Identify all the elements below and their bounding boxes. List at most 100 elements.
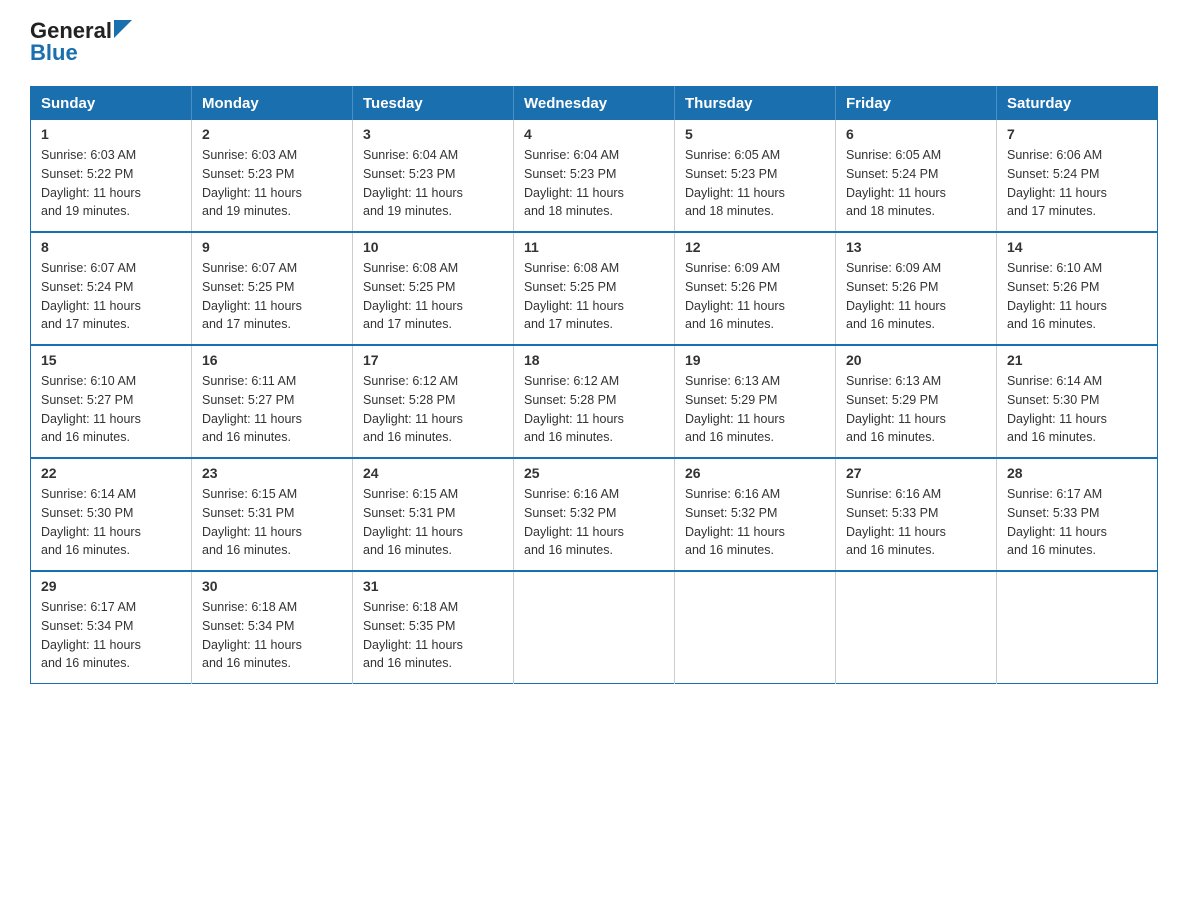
day-number: 2 (202, 126, 342, 142)
day-number: 28 (1007, 465, 1147, 481)
calendar-cell: 19Sunrise: 6:13 AMSunset: 5:29 PMDayligh… (675, 345, 836, 458)
day-number: 6 (846, 126, 986, 142)
day-number: 29 (41, 578, 181, 594)
day-number: 12 (685, 239, 825, 255)
day-info: Sunrise: 6:16 AMSunset: 5:32 PMDaylight:… (685, 485, 825, 560)
day-number: 17 (363, 352, 503, 368)
day-info: Sunrise: 6:09 AMSunset: 5:26 PMDaylight:… (685, 259, 825, 334)
calendar-cell: 2Sunrise: 6:03 AMSunset: 5:23 PMDaylight… (192, 120, 353, 232)
day-number: 13 (846, 239, 986, 255)
calendar-cell: 27Sunrise: 6:16 AMSunset: 5:33 PMDayligh… (836, 458, 997, 571)
day-header-sunday: Sunday (31, 87, 192, 121)
calendar-cell: 9Sunrise: 6:07 AMSunset: 5:25 PMDaylight… (192, 232, 353, 345)
calendar-cell: 14 Sunrise: 6:10 AMSunset: 5:26 PMDayligh… (997, 232, 1158, 345)
day-number: 1 (41, 126, 181, 142)
calendar-cell: 5 Sunrise: 6:05 AMSunset: 5:23 PMDaylight… (675, 120, 836, 232)
day-header-wednesday: Wednesday (514, 87, 675, 121)
day-info: Sunrise: 6:14 AMSunset: 5:30 PMDaylight:… (41, 485, 181, 560)
calendar-cell: 23 Sunrise: 6:15 AMSunset: 5:31 PMDayligh… (192, 458, 353, 571)
logo: General Blue (30, 20, 132, 66)
day-info: Sunrise: 6:08 AMSunset: 5:25 PMDaylight:… (524, 259, 664, 334)
day-number: 4 (524, 126, 664, 142)
day-info: Sunrise: 6:18 AMSunset: 5:35 PMDaylight:… (363, 598, 503, 673)
day-info: Sunrise: 6:14 AMSunset: 5:30 PMDaylight:… (1007, 372, 1147, 447)
calendar-cell: 22 Sunrise: 6:14 AMSunset: 5:30 PMDayligh… (31, 458, 192, 571)
calendar-cell: 13 Sunrise: 6:09 AMSunset: 5:26 PMDayligh… (836, 232, 997, 345)
day-number: 24 (363, 465, 503, 481)
calendar-cell: 15 Sunrise: 6:10 AMSunset: 5:27 PMDayligh… (31, 345, 192, 458)
day-number: 21 (1007, 352, 1147, 368)
day-info: Sunrise: 6:13 AMSunset: 5:29 PMDaylight:… (846, 372, 986, 447)
day-number: 16 (202, 352, 342, 368)
calendar-table: SundayMondayTuesdayWednesdayThursdayFrid… (30, 86, 1158, 684)
day-info: Sunrise: 6:10 AMSunset: 5:27 PMDaylight:… (41, 372, 181, 447)
calendar-cell: 1 Sunrise: 6:03 AMSunset: 5:22 PMDaylight… (31, 120, 192, 232)
day-number: 7 (1007, 126, 1147, 142)
day-info: Sunrise: 6:11 AMSunset: 5:27 PMDaylight:… (202, 372, 342, 447)
day-info: Sunrise: 6:06 AMSunset: 5:24 PMDaylight:… (1007, 146, 1147, 221)
day-number: 14 (1007, 239, 1147, 255)
calendar-cell: 29 Sunrise: 6:17 AMSunset: 5:34 PMDayligh… (31, 571, 192, 684)
calendar-header-row: SundayMondayTuesdayWednesdayThursdayFrid… (31, 87, 1158, 121)
day-header-thursday: Thursday (675, 87, 836, 121)
day-info: Sunrise: 6:04 AMSunset: 5:23 PMDaylight:… (524, 146, 664, 221)
day-info: Sunrise: 6:12 AMSunset: 5:28 PMDaylight:… (363, 372, 503, 447)
calendar-cell: 21 Sunrise: 6:14 AMSunset: 5:30 PMDayligh… (997, 345, 1158, 458)
calendar-cell: 20 Sunrise: 6:13 AMSunset: 5:29 PMDayligh… (836, 345, 997, 458)
calendar-cell: 30 Sunrise: 6:18 AMSunset: 5:34 PMDayligh… (192, 571, 353, 684)
day-info: Sunrise: 6:05 AMSunset: 5:23 PMDaylight:… (685, 146, 825, 221)
day-info: Sunrise: 6:04 AMSunset: 5:23 PMDaylight:… (363, 146, 503, 221)
calendar-cell: 11 Sunrise: 6:08 AMSunset: 5:25 PMDayligh… (514, 232, 675, 345)
logo-arrow-icon (114, 20, 132, 38)
page-header: General Blue (30, 20, 1158, 66)
calendar-cell: 28 Sunrise: 6:17 AMSunset: 5:33 PMDayligh… (997, 458, 1158, 571)
day-number: 8 (41, 239, 181, 255)
day-info: Sunrise: 6:07 AMSunset: 5:24 PMDaylight:… (41, 259, 181, 334)
day-info: Sunrise: 6:17 AMSunset: 5:34 PMDaylight:… (41, 598, 181, 673)
calendar-cell: 8 Sunrise: 6:07 AMSunset: 5:24 PMDaylight… (31, 232, 192, 345)
day-number: 20 (846, 352, 986, 368)
day-info: Sunrise: 6:16 AMSunset: 5:32 PMDaylight:… (524, 485, 664, 560)
day-info: Sunrise: 6:18 AMSunset: 5:34 PMDaylight:… (202, 598, 342, 673)
calendar-week-1: 1 Sunrise: 6:03 AMSunset: 5:22 PMDaylight… (31, 120, 1158, 232)
calendar-cell (836, 571, 997, 684)
day-info: Sunrise: 6:12 AMSunset: 5:28 PMDaylight:… (524, 372, 664, 447)
day-number: 15 (41, 352, 181, 368)
calendar-cell: 4 Sunrise: 6:04 AMSunset: 5:23 PMDaylight… (514, 120, 675, 232)
day-info: Sunrise: 6:15 AMSunset: 5:31 PMDaylight:… (202, 485, 342, 560)
day-info: Sunrise: 6:16 AMSunset: 5:33 PMDaylight:… (846, 485, 986, 560)
calendar-cell: 25 Sunrise: 6:16 AMSunset: 5:32 PMDayligh… (514, 458, 675, 571)
calendar-cell: 31Sunrise: 6:18 AMSunset: 5:35 PMDayligh… (353, 571, 514, 684)
calendar-cell: 17 Sunrise: 6:12 AMSunset: 5:28 PMDayligh… (353, 345, 514, 458)
day-number: 25 (524, 465, 664, 481)
day-number: 18 (524, 352, 664, 368)
calendar-week-3: 15 Sunrise: 6:10 AMSunset: 5:27 PMDayligh… (31, 345, 1158, 458)
day-number: 19 (685, 352, 825, 368)
day-info: Sunrise: 6:08 AMSunset: 5:25 PMDaylight:… (363, 259, 503, 334)
calendar-cell: 6Sunrise: 6:05 AMSunset: 5:24 PMDaylight… (836, 120, 997, 232)
day-info: Sunrise: 6:03 AMSunset: 5:22 PMDaylight:… (41, 146, 181, 221)
day-number: 23 (202, 465, 342, 481)
calendar-body: 1 Sunrise: 6:03 AMSunset: 5:22 PMDaylight… (31, 120, 1158, 684)
calendar-cell: 18 Sunrise: 6:12 AMSunset: 5:28 PMDayligh… (514, 345, 675, 458)
calendar-cell (514, 571, 675, 684)
day-header-saturday: Saturday (997, 87, 1158, 121)
calendar-cell: 24Sunrise: 6:15 AMSunset: 5:31 PMDayligh… (353, 458, 514, 571)
day-info: Sunrise: 6:09 AMSunset: 5:26 PMDaylight:… (846, 259, 986, 334)
day-info: Sunrise: 6:10 AMSunset: 5:26 PMDaylight:… (1007, 259, 1147, 334)
day-header-monday: Monday (192, 87, 353, 121)
day-number: 9 (202, 239, 342, 255)
day-header-tuesday: Tuesday (353, 87, 514, 121)
day-number: 22 (41, 465, 181, 481)
calendar-cell: 26Sunrise: 6:16 AMSunset: 5:32 PMDayligh… (675, 458, 836, 571)
calendar-cell: 3Sunrise: 6:04 AMSunset: 5:23 PMDaylight… (353, 120, 514, 232)
calendar-cell (675, 571, 836, 684)
day-number: 11 (524, 239, 664, 255)
calendar-week-4: 22 Sunrise: 6:14 AMSunset: 5:30 PMDayligh… (31, 458, 1158, 571)
calendar-cell (997, 571, 1158, 684)
calendar-cell: 10Sunrise: 6:08 AMSunset: 5:25 PMDayligh… (353, 232, 514, 345)
calendar-cell: 7 Sunrise: 6:06 AMSunset: 5:24 PMDaylight… (997, 120, 1158, 232)
day-number: 5 (685, 126, 825, 142)
day-info: Sunrise: 6:17 AMSunset: 5:33 PMDaylight:… (1007, 485, 1147, 560)
day-number: 30 (202, 578, 342, 594)
